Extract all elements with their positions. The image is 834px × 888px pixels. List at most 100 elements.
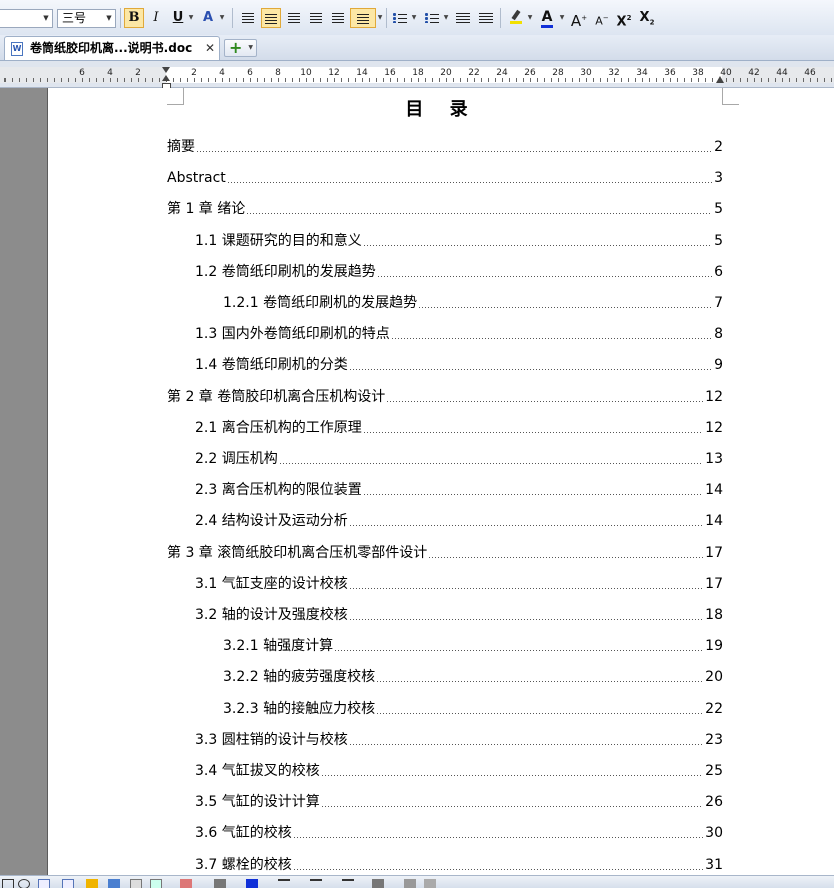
toc-page-number: 14 (705, 513, 723, 530)
ruler-number: 46 (804, 68, 816, 78)
toc-entry[interactable]: 1.1 课题研究的目的和意义 5 (195, 230, 723, 250)
ruler-number: 26 (524, 68, 536, 78)
toc-entry[interactable]: 摘要 2 (167, 136, 723, 156)
document-page[interactable]: 目 录 摘要 2 Abstract 3 第 1 章 绪论 5 1.1 课题研究的目的和意义 5… (47, 88, 834, 875)
toc-entry[interactable]: 1.2.1 卷筒纸印刷机的发展趋势 7 (223, 292, 723, 312)
toc-entry[interactable]: 3.2.1 轴强度计算 19 (223, 635, 723, 655)
new-document-button[interactable]: + ▼ (224, 38, 257, 57)
toc-entry[interactable]: 3.7 螺栓的校核 31 (195, 854, 723, 874)
toc-page-number: 5 (714, 201, 723, 218)
toc-entry[interactable]: 3.2.3 轴的接触应力校核 22 (223, 698, 723, 718)
font-color-button[interactable]: A (537, 8, 557, 28)
word-document-icon (11, 42, 23, 56)
toc-entry[interactable]: 2.3 离合压机构的限位装置 14 (195, 479, 723, 499)
toc-page-number: 6 (714, 263, 723, 280)
ruler-number: 4 (219, 68, 225, 78)
highlight-button[interactable] (506, 8, 526, 28)
increase-indent-button[interactable] (476, 8, 496, 28)
align-center-button[interactable] (261, 8, 281, 28)
plus-icon: + (229, 38, 243, 57)
toc-dot-leader (247, 213, 713, 215)
font-size-dropdown-arrow-icon[interactable]: ▼ (104, 10, 114, 27)
toc-page-number: 22 (705, 700, 723, 717)
toc-entry[interactable]: 2.1 离合压机构的工作原理 12 (195, 417, 723, 437)
toc-dot-leader (419, 307, 713, 308)
font-name-select[interactable]: ▼ (0, 9, 53, 28)
font-color-icon: A (540, 9, 554, 28)
toc-entry[interactable]: 3.2 轴的设计及强度校核 18 (195, 604, 723, 624)
font-size-select[interactable]: 三号 ▼ (57, 9, 116, 28)
toc-entry[interactable]: 3.5 气缸的设计计算 26 (195, 791, 723, 811)
toc-entry[interactable]: 1.2 卷筒纸印刷机的发展趋势 6 (195, 261, 723, 281)
char-style-label: A (202, 10, 214, 25)
toc-entry-text: 1.4 卷筒纸印刷机的分类 (195, 357, 348, 374)
highlight-dropdown-icon[interactable]: ▼ (526, 8, 534, 28)
toc-dot-leader (377, 712, 704, 714)
toc-page-number: 5 (714, 232, 723, 249)
line-spacing-dropdown-icon[interactable]: ▼ (376, 8, 384, 28)
underline-button[interactable]: U (168, 8, 188, 28)
document-tab-bar: 卷筒纸胶印机离...说明书.doc ✕ + ▼ (0, 35, 834, 61)
toc-entry[interactable]: 3.4 气缸拔叉的校核 25 (195, 760, 723, 780)
grow-font-button[interactable]: A+ (569, 8, 589, 30)
bold-button[interactable]: B (124, 8, 144, 28)
toc-entry-text: 1.2.1 卷筒纸印刷机的发展趋势 (223, 295, 418, 311)
bullet-list-button[interactable] (422, 8, 442, 28)
ruler-number: 30 (580, 68, 592, 78)
ruler-number: 8 (275, 68, 281, 78)
ruler-number: 32 (608, 68, 620, 78)
ruler-number: 36 (664, 68, 676, 78)
toc-entry-text: 3.5 气缸的设计计算 (195, 794, 320, 811)
toc-entry[interactable]: 第 2 章 卷筒胶印机离合压机构设计 12 (167, 386, 723, 406)
font-color-dropdown-icon[interactable]: ▼ (558, 8, 566, 28)
tab-label: 卷筒纸胶印机离...说明书.doc (30, 41, 193, 55)
ruler-number: 14 (356, 68, 368, 78)
right-indent-marker[interactable] (716, 76, 724, 83)
toc-entry[interactable]: 3.1 气缸支座的设计校核 17 (195, 573, 723, 593)
align-left-button[interactable] (238, 8, 258, 28)
new-document-dropdown-icon[interactable]: ▼ (248, 40, 253, 56)
numbered-list-button[interactable] (390, 8, 410, 28)
toc-entry-text: 3.3 圆柱销的设计与校核 (195, 731, 348, 748)
ruler-number: 6 (79, 68, 85, 78)
toc-entry[interactable]: 第 1 章 绪论 5 (167, 198, 723, 218)
toc-page-number: 7 (714, 295, 723, 311)
distribute-button[interactable] (328, 8, 348, 28)
shrink-font-button[interactable]: A− (592, 8, 612, 28)
line-spacing-button[interactable] (350, 8, 376, 28)
tab-active-document[interactable]: 卷筒纸胶印机离...说明书.doc ✕ (4, 36, 220, 60)
shrink-font-label: A (595, 14, 603, 28)
justify-button[interactable] (306, 8, 326, 28)
numbered-list-dropdown-icon[interactable]: ▼ (410, 8, 418, 28)
toc-dot-leader (335, 650, 704, 652)
hanging-indent-marker[interactable] (162, 75, 170, 81)
toc-entry-text: 3.6 气缸的校核 (195, 825, 292, 842)
bullet-list-dropdown-icon[interactable]: ▼ (442, 8, 450, 28)
char-style-button[interactable]: A (198, 8, 218, 28)
align-center-icon (265, 14, 277, 24)
toc-entry[interactable]: 3.2.2 轴的疲劳强度校核 20 (223, 666, 723, 686)
toc-entry[interactable]: Abstract 3 (167, 167, 723, 187)
align-right-button[interactable] (284, 8, 304, 28)
toc-dot-leader (391, 338, 713, 340)
first-line-indent-marker[interactable] (162, 67, 170, 73)
italic-button[interactable]: I (146, 8, 166, 28)
toc-entry[interactable]: 1.3 国内外卷筒纸印刷机的特点 8 (195, 323, 723, 343)
toc-entry[interactable]: 第 3 章 滚筒纸胶印机离合压机零部件设计 17 (167, 542, 723, 562)
underline-dropdown-icon[interactable]: ▼ (187, 8, 195, 28)
toc-entry[interactable]: 2.4 结构设计及运动分析 14 (195, 510, 723, 530)
toc-entry[interactable]: 2.2 调压机构 13 (195, 448, 723, 468)
toc-dot-leader (387, 400, 704, 402)
close-icon[interactable]: ✕ (205, 37, 215, 59)
toc-page-number: 12 (705, 388, 723, 405)
subscript-button[interactable]: X2 (637, 8, 657, 28)
toc-entry[interactable]: 3.3 圆柱销的设计与校核 23 (195, 729, 723, 749)
decrease-indent-button[interactable] (453, 8, 473, 28)
toc-entry[interactable]: 1.4 卷筒纸印刷机的分类 9 (195, 354, 723, 374)
toc-entry-text: 3.7 螺栓的校核 (195, 856, 292, 873)
font-name-dropdown-arrow-icon[interactable]: ▼ (41, 10, 51, 27)
horizontal-ruler[interactable]: 6 4 2 2 4 6 8 10 12 14 16 18 20 22 24 26 28 30 32 34 36 38 40 4… (0, 67, 834, 90)
toc-entry[interactable]: 3.6 气缸的校核 30 (195, 822, 723, 842)
superscript-button[interactable]: X2 (614, 8, 634, 29)
char-style-dropdown-icon[interactable]: ▼ (218, 8, 226, 28)
